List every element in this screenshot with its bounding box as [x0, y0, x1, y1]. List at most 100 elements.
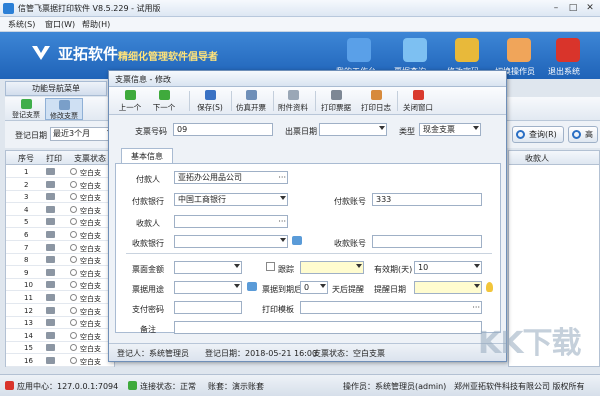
printer-icon[interactable]: [46, 344, 55, 352]
close-icon[interactable]: ✕: [582, 2, 598, 14]
next-button[interactable]: 下一个: [149, 89, 179, 113]
table-row[interactable]: 6 空白支: [6, 229, 114, 241]
due-days-input[interactable]: 0: [300, 281, 328, 294]
table-row[interactable]: 11 空白支: [6, 292, 114, 304]
row-number: 14: [24, 331, 33, 340]
table-row[interactable]: 8 空白支: [6, 254, 114, 267]
printer-icon[interactable]: [46, 357, 55, 364]
printer-icon[interactable]: [46, 281, 55, 289]
usage-select[interactable]: [174, 281, 242, 294]
table-row[interactable]: 9 空白支: [6, 267, 114, 279]
query-button[interactable]: 查询(R): [512, 126, 564, 143]
type-select[interactable]: 现金支票: [419, 123, 481, 136]
template-input[interactable]: ···: [300, 301, 482, 314]
printer-icon[interactable]: [46, 168, 55, 175]
issue-date-input[interactable]: [319, 123, 387, 136]
printer-icon[interactable]: [46, 193, 55, 201]
table-row[interactable]: 5 空白支: [6, 216, 114, 229]
amount-input[interactable]: [174, 261, 242, 274]
col-status: 支票状态: [74, 154, 106, 163]
remark-input[interactable]: [174, 321, 482, 334]
printer-icon[interactable]: [46, 231, 55, 238]
tracking-date-input[interactable]: [300, 261, 364, 274]
payee-account-input[interactable]: [372, 235, 482, 248]
table-row[interactable]: 15 空白支: [6, 342, 114, 355]
lightbulb-icon[interactable]: [486, 282, 493, 292]
menu-window[interactable]: 窗口(W): [45, 19, 75, 30]
minimize-icon[interactable]: –: [548, 2, 564, 14]
more-icon[interactable]: ···: [472, 302, 480, 313]
register-cheque-button[interactable]: 登记支票: [7, 98, 45, 120]
attachments-button[interactable]: 附件资料: [276, 89, 310, 113]
pay-password-input[interactable]: [174, 301, 242, 314]
power-icon[interactable]: [556, 38, 580, 62]
close-window-button[interactable]: 关闭窗口: [401, 89, 435, 113]
table-row[interactable]: 3 空白支: [6, 191, 114, 204]
advanced-button[interactable]: 高: [568, 126, 598, 143]
printer-icon[interactable]: [46, 243, 55, 251]
table-row[interactable]: 2 空白支: [6, 179, 114, 191]
printer-icon[interactable]: [46, 205, 55, 213]
row-number: 3: [24, 193, 29, 202]
reg-date-select[interactable]: 最近3个月: [50, 127, 115, 141]
printer-icon[interactable]: [46, 218, 55, 226]
user-switch-icon[interactable]: [507, 38, 531, 62]
usage-edit-icon[interactable]: [247, 282, 257, 291]
title-bar: 信管飞票据打印软件 V8.5.229 - 试用版 – □ ✕: [0, 0, 600, 17]
cheque-no-input[interactable]: 09: [173, 123, 273, 136]
registrant-text: 登记人：系统管理员: [117, 349, 189, 358]
printer-icon[interactable]: [46, 180, 55, 188]
menu-help[interactable]: 帮助(H): [82, 19, 110, 30]
prev-button[interactable]: 上一个: [115, 89, 145, 113]
printer-icon[interactable]: [46, 306, 55, 314]
table-row[interactable]: 4 空白支: [6, 204, 114, 216]
printer-icon[interactable]: [46, 331, 55, 339]
payer-input[interactable]: 亚拓办公用品公司 ···: [174, 171, 288, 184]
simulate-button[interactable]: 仿真开票: [235, 89, 267, 113]
remind-date-input[interactable]: [414, 281, 482, 294]
ticket-query-icon[interactable]: [403, 38, 427, 62]
table-row[interactable]: 13 空白支: [6, 317, 114, 330]
app-center-text: 应用中心：127.0.0.1:7094: [17, 382, 119, 391]
printer-icon[interactable]: [46, 256, 55, 264]
maximize-icon[interactable]: □: [565, 2, 581, 14]
payee-bank-select[interactable]: [174, 235, 288, 248]
payee-input[interactable]: ···: [174, 215, 288, 228]
table-row[interactable]: 7 空白支: [6, 242, 114, 254]
row-status: 空白支: [80, 269, 101, 278]
more-icon[interactable]: ···: [278, 216, 286, 227]
row-status: 空白支: [80, 206, 101, 215]
lock-icon[interactable]: [455, 38, 479, 62]
payer-bank-select[interactable]: 中国工商银行: [174, 193, 288, 206]
printer-icon[interactable]: [46, 319, 55, 327]
table-row[interactable]: 10 空白支: [6, 279, 114, 292]
print-ticket-button[interactable]: 打印票据: [319, 89, 353, 113]
table-row[interactable]: 14 空白支: [6, 330, 114, 342]
row-number: 11: [24, 294, 33, 302]
save-button[interactable]: 保存(S): [195, 89, 225, 113]
menu-system[interactable]: 系统(S): [8, 19, 35, 30]
toolbar-separator: [273, 91, 274, 111]
workbench-icon[interactable]: [347, 38, 371, 62]
chevron-down-icon: [320, 284, 326, 288]
status-radio-icon: [70, 168, 77, 175]
account-text: 账套：演示账套: [208, 382, 264, 391]
table-row[interactable]: 16 空白支: [6, 355, 114, 367]
validity-select[interactable]: 10: [414, 261, 482, 274]
toolbar-separator: [397, 91, 398, 111]
exit-system-button[interactable]: 退出系统: [548, 66, 580, 77]
printer-icon[interactable]: [46, 268, 55, 276]
more-icon[interactable]: ···: [278, 172, 286, 183]
template-label: 打印模板: [262, 305, 294, 314]
tracking-checkbox[interactable]: [266, 262, 275, 271]
payer-account-input[interactable]: 333: [372, 193, 482, 206]
print-log-button[interactable]: 打印日志: [359, 89, 393, 113]
table-row[interactable]: 1 空白支: [6, 166, 114, 178]
nav-menu-header[interactable]: 功能导航菜单: [5, 81, 107, 96]
printer-icon[interactable]: [46, 294, 55, 301]
tab-basic-info[interactable]: 基本信息: [121, 148, 173, 164]
bank-card-icon[interactable]: [292, 236, 302, 245]
table-row[interactable]: 12 空白支: [6, 305, 114, 317]
payee-account-label: 收款账号: [334, 239, 366, 248]
edit-cheque-button[interactable]: 修改支票: [45, 98, 83, 120]
